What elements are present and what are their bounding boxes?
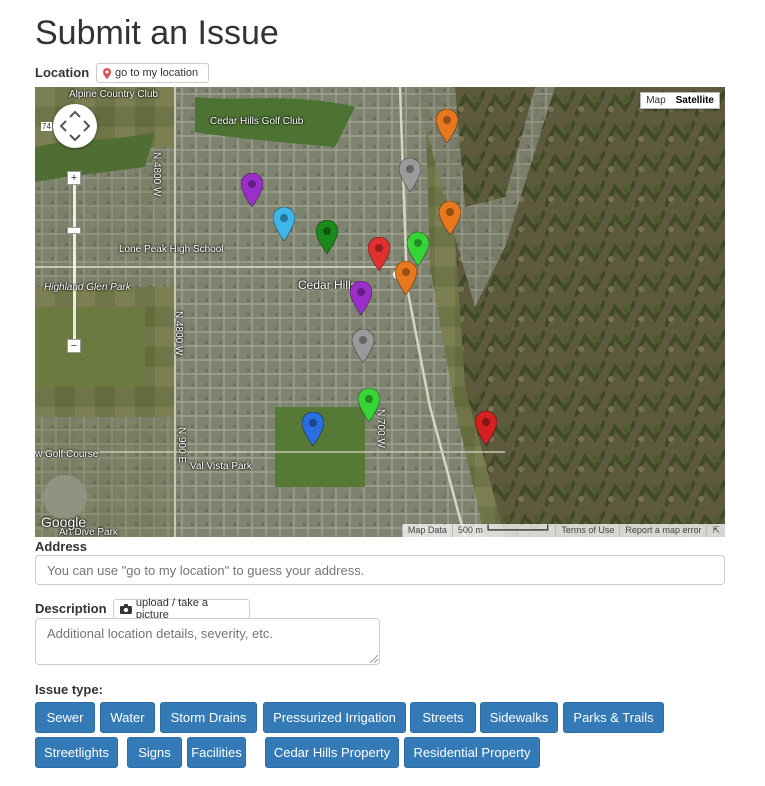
issue-type-option[interactable]: Cedar Hills Property: [265, 737, 399, 768]
go-to-my-location-label: go to my location: [115, 67, 199, 79]
map-data-link[interactable]: Map Data: [401, 524, 452, 537]
map-type-control: Map Satellite: [640, 92, 720, 109]
report-map-error-link[interactable]: Report a map error: [619, 524, 706, 537]
expand-icon[interactable]: ⇱: [706, 524, 725, 537]
map-attribution: Map Data 500 m ┗━━━━━━━━━━┛ Terms of Use…: [401, 524, 725, 537]
map-marker-pin[interactable]: [350, 281, 372, 315]
map-marker-pin[interactable]: [358, 388, 380, 422]
map-label-n4800-a: N 4800 W: [151, 152, 162, 197]
resize-handle-icon[interactable]: [370, 655, 378, 663]
issue-type-option[interactable]: Streetlights: [35, 737, 118, 768]
go-to-my-location-button[interactable]: go to my location: [96, 63, 209, 83]
map-label-val-vista: Val Vista Park: [190, 461, 252, 472]
description-textarea[interactable]: [35, 618, 380, 665]
issue-type-option[interactable]: Sewer: [35, 702, 95, 733]
map-marker-pin[interactable]: [475, 411, 497, 445]
satellite-imagery: [35, 87, 725, 537]
issue-type-option[interactable]: Storm Drains: [160, 702, 257, 733]
issue-type-option[interactable]: Residential Property: [404, 737, 540, 768]
zoom-slider-track[interactable]: [73, 171, 76, 346]
issue-type-option[interactable]: Pressurized Irrigation: [263, 702, 406, 733]
issue-type-label: Issue type:: [35, 682, 103, 697]
map-marker-pin[interactable]: [399, 158, 421, 192]
map-marker-pin[interactable]: [316, 220, 338, 254]
issue-type-option[interactable]: Facilities: [187, 737, 246, 768]
map-label-n900: N 900 E: [176, 427, 187, 464]
issue-type-option[interactable]: Streets: [410, 702, 476, 733]
map-label-n4800-b: N 4800 W: [173, 311, 184, 356]
map-marker-pin[interactable]: [436, 109, 458, 143]
description-label: Description: [35, 601, 107, 616]
map-marker-pin[interactable]: [395, 261, 417, 295]
map-label-cedar-hills: Cedar Hills: [298, 278, 357, 292]
map-label-golf: Cedar Hills Golf Club: [210, 116, 304, 127]
map-type-satellite-button[interactable]: Satellite: [671, 93, 719, 108]
map-marker-pin[interactable]: [439, 201, 461, 235]
zoom-slider-handle[interactable]: [67, 227, 81, 234]
upload-picture-button[interactable]: upload / take a picture: [113, 597, 250, 621]
location-label: Location: [35, 65, 90, 80]
issue-type-option[interactable]: Parks & Trails: [563, 702, 664, 733]
camera-icon: [120, 604, 132, 614]
issue-type-option[interactable]: Sidewalks: [480, 702, 558, 733]
map-marker-pin[interactable]: [352, 329, 374, 363]
page-title: Submit an Issue: [35, 14, 279, 52]
google-logo: Google: [41, 514, 87, 530]
terms-of-use-link[interactable]: Terms of Use: [555, 524, 619, 537]
map-scale: 500 m ┗━━━━━━━━━━┛: [451, 524, 556, 537]
map-marker-pin[interactable]: [368, 237, 390, 271]
map-marker-pin[interactable]: [302, 412, 324, 446]
address-label: Address: [35, 539, 88, 554]
map[interactable]: Map Satellite + − Alpine Country Club Ce…: [35, 87, 725, 537]
map-label-alpine: Alpine Country Club: [69, 89, 158, 100]
address-input[interactable]: [35, 555, 725, 585]
map-marker-pin[interactable]: [273, 207, 295, 241]
map-label-glen: Highland Glen Park: [44, 282, 131, 293]
map-type-map-button[interactable]: Map: [641, 93, 670, 108]
map-marker-icon: [103, 67, 111, 79]
zoom-in-button[interactable]: +: [67, 171, 81, 185]
zoom-out-button[interactable]: −: [67, 339, 81, 353]
pan-arrows-icon: [59, 110, 91, 142]
issue-type-option[interactable]: Signs: [127, 737, 182, 768]
route-74-shield: 74: [41, 122, 52, 131]
map-label-school: Lone Peak High School: [119, 244, 224, 255]
map-label-golf-course: w Golf Course: [35, 449, 99, 460]
pan-control[interactable]: [53, 104, 97, 148]
map-marker-pin[interactable]: [241, 173, 263, 207]
issue-type-option[interactable]: Water: [100, 702, 155, 733]
